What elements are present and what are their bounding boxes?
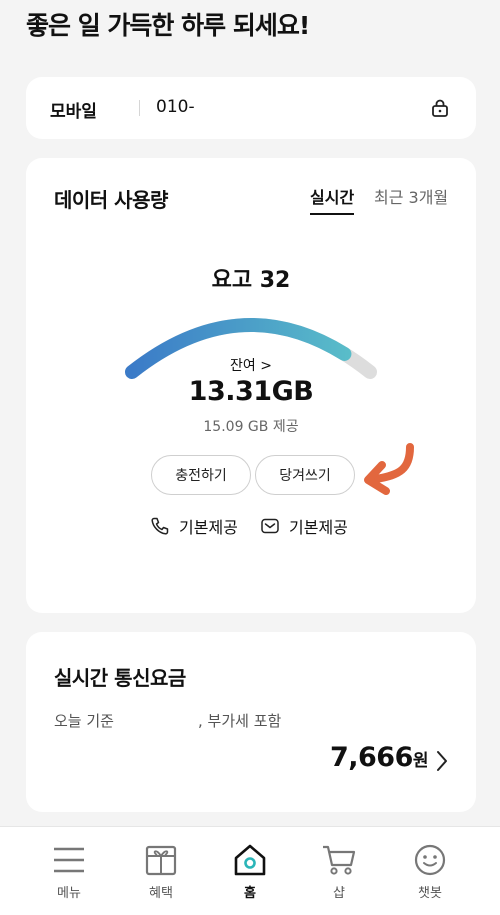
bill-title: 실시간 통신요금 [54, 666, 186, 690]
chatbot-icon [414, 844, 446, 876]
divider [139, 100, 140, 116]
cart-icon [323, 845, 356, 875]
bill-amount: 7,666원 [329, 742, 429, 773]
nav-shop[interactable]: 샵 [294, 827, 384, 915]
nav-home-label: 홈 [244, 886, 256, 901]
nav-menu[interactable]: 메뉴 [24, 827, 114, 915]
line-card[interactable]: 모바일 010- [26, 77, 476, 139]
data-usage-title: 데이터 사용량 [54, 188, 168, 212]
chevron-right-icon[interactable] [436, 750, 448, 772]
nav-chatbot-label: 챗봇 [418, 886, 442, 901]
message-icon [261, 518, 279, 534]
remaining-label[interactable]: 잔여 > [26, 355, 476, 375]
bill-amount-value: 7,666 [329, 742, 413, 773]
charge-button[interactable]: 충전하기 [151, 455, 251, 495]
phone-icon [151, 517, 169, 535]
nav-menu-label: 메뉴 [57, 886, 81, 901]
voice-allowance: 기본제공 [150, 514, 238, 538]
bill-basis: 오늘 기준 [54, 712, 114, 730]
remaining-data-value: 13.31GB [188, 376, 314, 407]
lock-icon[interactable] [430, 98, 450, 118]
nav-home[interactable]: 홈 [205, 827, 295, 915]
nav-benefits[interactable]: 혜택 [116, 827, 206, 915]
tab-realtime[interactable]: 실시간 [310, 184, 355, 215]
line-type: 모바일 [50, 102, 97, 122]
tab-recent-3-months[interactable]: 최근 3개월 [374, 184, 448, 208]
vat-note: , 부가세 포함 [198, 712, 282, 730]
provided-data: 15.09 GB 제공 [203, 419, 299, 435]
nav-shop-label: 샵 [333, 886, 345, 901]
plan-name: 요고 32 [211, 268, 291, 293]
greeting-title: 좋은 일 가득한 하루 되세요! [26, 11, 310, 40]
data-usage-card: 데이터 사용량 실시간 최근 3개월 요고 32 잔여 > 13.31GB 15… [26, 158, 476, 613]
realtime-bill-card[interactable]: 실시간 통신요금 오늘 기준 , 부가세 포함 7,666원 [26, 632, 476, 812]
nav-benefits-label: 혜택 [149, 886, 173, 901]
phone-number: 010- [156, 97, 195, 117]
nav-chatbot[interactable]: 챗봇 [385, 827, 475, 915]
sms-allowance: 기본제공 [260, 514, 348, 538]
pointer-arrow-icon [364, 443, 414, 495]
home-icon [234, 844, 266, 876]
bottom-navigation: 메뉴 혜택 홈 샵 챗봇 [0, 826, 500, 915]
gift-icon [145, 845, 177, 876]
sms-allowance-label: 기본제공 [289, 518, 348, 537]
bill-amount-unit: 원 [412, 751, 429, 771]
pull-forward-button[interactable]: 당겨쓰기 [255, 455, 355, 495]
menu-icon [54, 847, 84, 873]
voice-allowance-label: 기본제공 [179, 518, 238, 537]
